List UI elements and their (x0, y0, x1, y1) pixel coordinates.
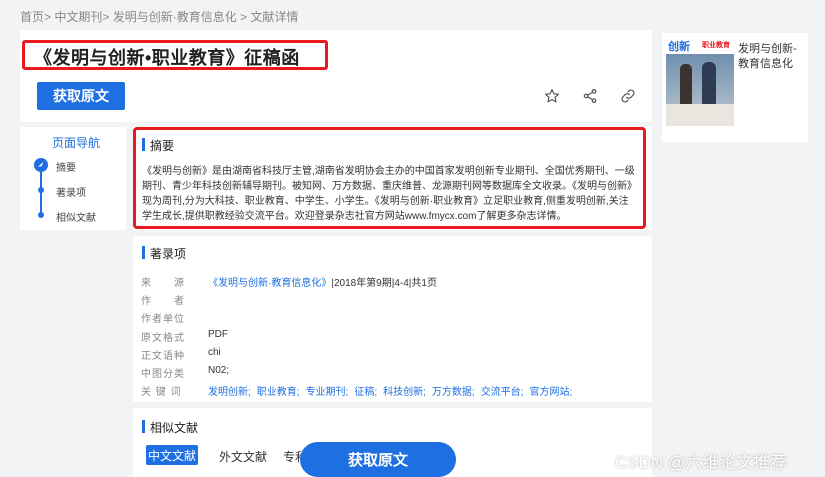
watermark: CSDN @六维论文推荐 (615, 453, 788, 472)
keyword-link[interactable]: 职业教育; (257, 387, 300, 398)
nav-item-abstract[interactable]: 摘要 (56, 159, 76, 174)
keyword-link[interactable]: 交流平台; (481, 387, 524, 398)
keyword-link[interactable]: 科技创新; (383, 387, 426, 398)
breadcrumb-sep: > (236, 10, 251, 24)
author-label: 作 者 (141, 296, 185, 307)
bibliography-heading: 著录项 (150, 247, 187, 261)
language-value: chi (208, 347, 221, 358)
format-label: 原文格式 (141, 333, 185, 344)
breadcrumb-current: 文献详情 (250, 10, 299, 24)
star-icon[interactable] (542, 86, 562, 106)
breadcrumb: 首页> 中文期刊> 发明与创新·教育信息化 > 文献详情 (20, 8, 298, 25)
journal-cover-image[interactable]: 创新 职业教育 (666, 36, 734, 126)
cover-logo: 创新 (668, 41, 690, 53)
journal-name-link[interactable]: 发明与创新-教育信息化 (738, 42, 804, 72)
breadcrumb-sep: > (44, 10, 55, 24)
link-icon[interactable] (618, 86, 638, 106)
share-icon[interactable] (580, 86, 600, 106)
page-title: 《发明与创新•职业教育》征稿函 (34, 48, 300, 68)
keyword-link[interactable]: 万方数据; (432, 387, 475, 398)
nav-dot-icon (38, 187, 44, 193)
breadcrumb-home[interactable]: 首页 (20, 10, 44, 24)
breadcrumb-journals[interactable]: 中文期刊 (54, 10, 102, 24)
abstract-heading: 摘要 (150, 139, 175, 153)
nav-item-bibliography[interactable]: 著录项 (56, 184, 86, 199)
floating-get-original-button[interactable]: 获取原文 (300, 442, 456, 477)
tab-chinese[interactable]: 中文文献 (146, 445, 198, 465)
breadcrumb-journal[interactable]: 发明与创新·教育信息化 (113, 10, 237, 24)
abstract-text: 《发明与创新》是由湖南省科技厅主管,湖南省发明协会主办的中国首家发明创新专业期刊… (142, 166, 637, 222)
nav-item-similar[interactable]: 相似文献 (56, 209, 96, 224)
unit-label: 作者单位 (141, 314, 185, 325)
source-issue: |2018年第9期|4-4|共1页 (331, 278, 437, 289)
similar-heading: 相似文献 (150, 421, 199, 435)
get-original-button[interactable]: 获取原文 (37, 82, 125, 110)
source-journal-link[interactable]: 《发明与创新·教育信息化》 (208, 278, 331, 289)
format-value: PDF (208, 329, 228, 340)
source-value: 《发明与创新·教育信息化》|2018年第9期|4-4|共1页 (208, 274, 437, 289)
section-marker (142, 246, 145, 259)
keywords-list: 发明创新; 职业教育; 专业期刊; 征稿; 科技创新; 万方数据; 交流平台; 官方网站; (208, 383, 578, 398)
keyword-link[interactable]: 官方网站; (529, 387, 572, 398)
keyword-link[interactable]: 专业期刊; (306, 387, 349, 398)
nav-active-marker-icon (34, 158, 48, 172)
page-nav-title: 页面导航 (52, 136, 101, 150)
section-marker (142, 420, 145, 433)
keyword-link[interactable]: 征稿; (354, 387, 377, 398)
nav-dot-icon (38, 212, 44, 218)
bibliography-card (133, 236, 652, 402)
classification-value: N02; (208, 365, 230, 376)
section-marker (142, 138, 145, 151)
keyword-link[interactable]: 发明创新; (208, 387, 251, 398)
language-label: 正文语种 (141, 351, 185, 362)
keywords-label: 关 键 词 (141, 387, 182, 398)
tab-foreign[interactable]: 外文文献 (219, 448, 267, 465)
breadcrumb-sep: > (102, 10, 113, 24)
cover-subtitle: 职业教育 (702, 42, 730, 49)
classification-label: 中图分类 (141, 369, 185, 380)
source-label: 来 源 (141, 278, 185, 289)
